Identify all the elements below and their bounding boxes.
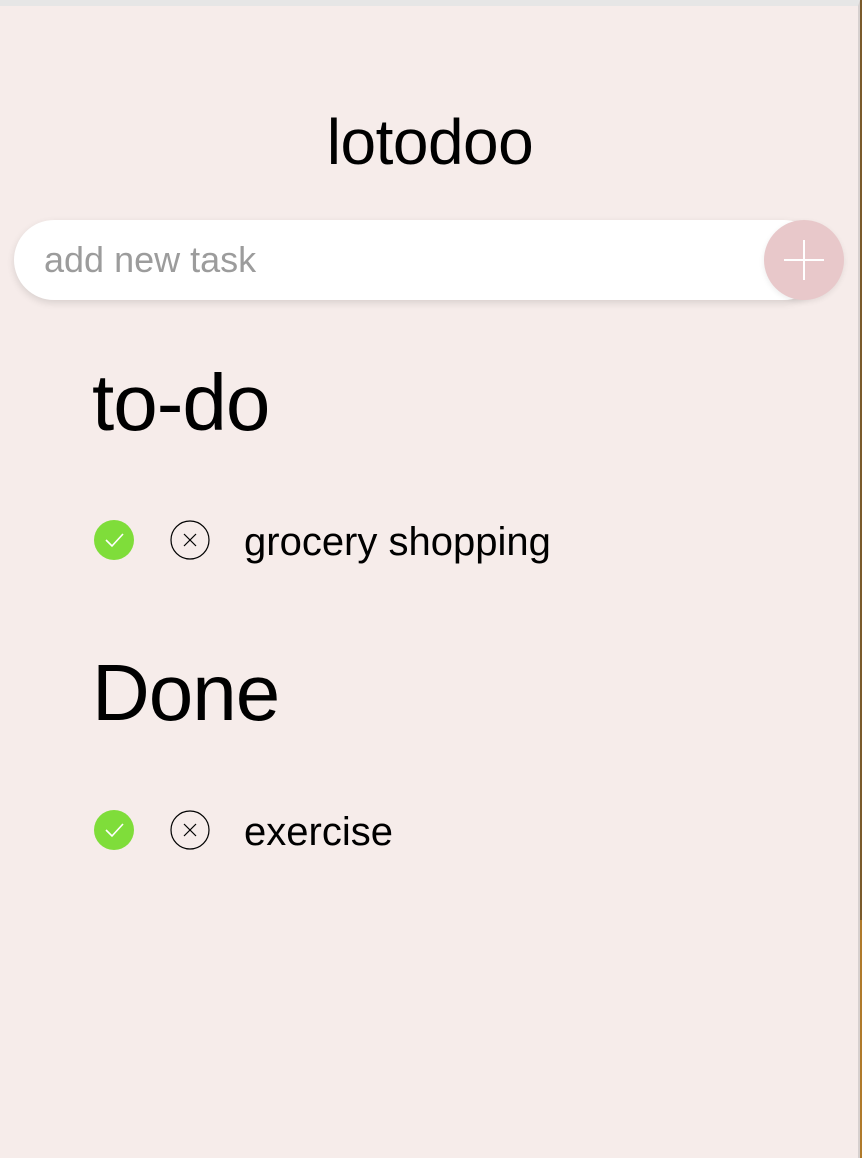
complete-task-button[interactable] [94, 520, 134, 560]
todo-list-item: grocery shopping [94, 520, 794, 564]
close-circle-icon [170, 810, 210, 850]
close-circle-icon [170, 520, 210, 560]
done-heading: Done [92, 648, 280, 737]
new-task-form [14, 220, 844, 300]
add-task-button[interactable] [764, 220, 844, 300]
check-icon [105, 533, 124, 548]
delete-task-button[interactable] [170, 520, 210, 560]
complete-task-button[interactable] [94, 810, 134, 850]
task-label: grocery shopping [244, 520, 551, 564]
plus-icon [784, 240, 824, 280]
app-title: lotodoo [326, 106, 534, 178]
delete-task-button[interactable] [170, 810, 210, 850]
check-icon [105, 823, 124, 838]
done-list-item: exercise [94, 810, 794, 854]
todo-heading: to-do [92, 358, 270, 447]
new-task-input[interactable] [14, 220, 824, 300]
task-label: exercise [244, 810, 393, 854]
app-window: lotodoo to-do grocery shopping Done [0, 0, 860, 1158]
